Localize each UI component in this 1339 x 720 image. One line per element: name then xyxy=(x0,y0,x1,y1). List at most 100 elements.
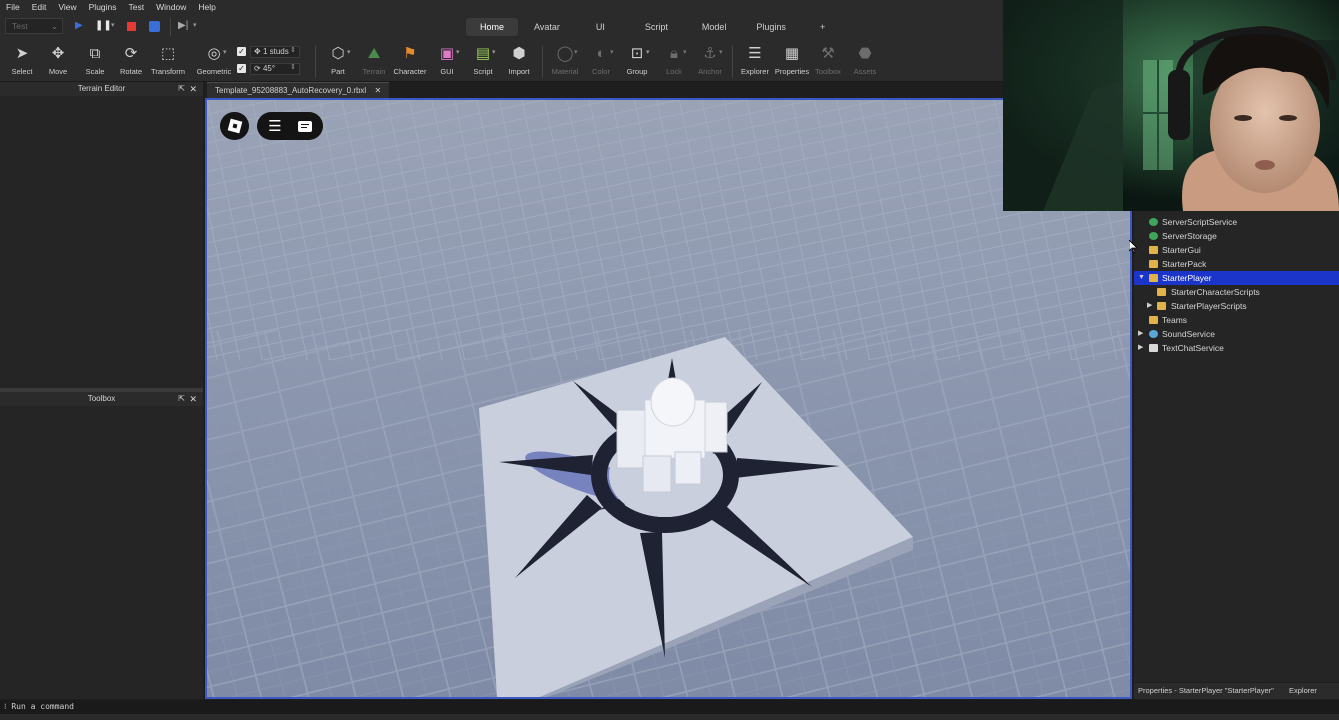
explorer-button[interactable]: ☰ Explorer xyxy=(735,44,775,76)
import-label: Import xyxy=(508,67,530,76)
assets-label: Assets xyxy=(853,67,877,76)
toolbar-divider xyxy=(170,18,171,36)
undock-icon[interactable]: ⇱ xyxy=(178,392,185,406)
step-icon[interactable]: ▶| xyxy=(178,19,188,32)
menu-window[interactable]: Window xyxy=(156,2,186,12)
tree-item-textchatservice[interactable]: ▶ TextChatService xyxy=(1134,341,1339,355)
chevron-down-icon[interactable]: ▾ xyxy=(646,48,650,56)
sound-icon xyxy=(1149,330,1158,338)
chevron-down-icon[interactable]: ▾ xyxy=(111,19,115,32)
collapse-arrow-icon[interactable]: ▶ xyxy=(1138,327,1143,341)
rotate-snap-row: ✓ ⟳ 45° ⇕ xyxy=(237,62,300,75)
document-tab[interactable]: Template_95208883_AutoRecovery_0.rbxl ✕ xyxy=(207,82,390,98)
tree-item-label: ServerScriptService xyxy=(1162,217,1238,227)
anchor-button[interactable]: ⚓︎ Anchor xyxy=(690,44,730,76)
play-mode-dropdown[interactable]: Test ⌄ xyxy=(5,18,63,34)
roblox-logo-icon xyxy=(227,118,242,134)
chevron-down-icon[interactable]: ▾ xyxy=(347,48,351,56)
tab-script[interactable]: Script xyxy=(627,18,686,36)
toolbox-button[interactable]: ⚒ Toolbox xyxy=(808,44,848,76)
chevron-down-icon[interactable]: ▾ xyxy=(456,48,460,56)
roblox-menu-button[interactable] xyxy=(220,112,249,140)
chevron-down-icon[interactable]: ▾ xyxy=(610,48,614,56)
tree-item-starterplayer[interactable]: ▼ StarterPlayer xyxy=(1134,271,1339,285)
explorer-footer-tab[interactable]: Explorer xyxy=(1289,683,1317,699)
webcam-feed-image xyxy=(1003,0,1339,211)
import-button[interactable]: ⬢ Import xyxy=(499,44,539,76)
chat-icon[interactable] xyxy=(297,120,312,132)
add-tab-button[interactable]: + xyxy=(802,18,843,36)
lock-button[interactable]: 🔒︎ Lock xyxy=(654,44,694,76)
tree-item-serverscriptservice[interactable]: ServerScriptService xyxy=(1134,215,1339,229)
toolbox-panel: Toolbox ⇱ ✕ xyxy=(0,392,203,699)
tree-item-starterplayerscripts[interactable]: ▶ StarterPlayerScripts xyxy=(1134,299,1339,313)
3d-viewport[interactable]: ☰ xyxy=(205,98,1132,699)
play-icon[interactable]: ▶ xyxy=(75,19,83,32)
folder-icon xyxy=(1149,260,1158,268)
assets-button[interactable]: ⬣ Assets xyxy=(845,44,885,76)
properties-button[interactable]: ▦ Properties xyxy=(772,44,812,76)
pause-icon[interactable]: ❚❚ xyxy=(95,19,112,32)
chevron-down-icon[interactable]: ▾ xyxy=(683,48,687,56)
tree-item-soundservice[interactable]: ▶ SoundService xyxy=(1134,327,1339,341)
scale-tool-button[interactable]: ⧉ Scale xyxy=(75,44,115,76)
close-icon[interactable]: ✕ xyxy=(189,82,197,96)
spin-icon[interactable]: ⇕ xyxy=(290,46,296,56)
script-button[interactable]: ▤ Script xyxy=(463,44,503,76)
tree-item-teams[interactable]: Teams xyxy=(1134,313,1339,327)
tree-item-serverstorage[interactable]: ServerStorage xyxy=(1134,229,1339,243)
group-button[interactable]: ⊡ Group xyxy=(617,44,657,76)
spin-icon[interactable]: ⇕ xyxy=(290,63,296,73)
menu-edit[interactable]: Edit xyxy=(32,2,47,12)
tree-item-startercharacterscripts[interactable]: StarterCharacterScripts xyxy=(1134,285,1339,299)
tab-home[interactable]: Home xyxy=(466,18,519,36)
close-icon[interactable]: ✕ xyxy=(189,392,197,406)
terrain-button[interactable]: ⛰ Terrain xyxy=(354,44,394,76)
scale-label: Scale xyxy=(85,67,105,76)
collapse-arrow-icon[interactable]: ▶ xyxy=(1138,341,1143,355)
character-button[interactable]: ⚑ Character xyxy=(390,44,430,76)
group-icon: ⊡ xyxy=(630,45,644,62)
menu-plugins[interactable]: Plugins xyxy=(89,2,117,12)
transform-tool-button[interactable]: ⬚ Transform xyxy=(148,44,188,76)
tab-avatar[interactable]: Avatar xyxy=(520,18,574,36)
tree-item-startergui[interactable]: StarterGui xyxy=(1134,243,1339,257)
part-button[interactable]: ⬡ Part xyxy=(318,44,358,76)
tab-plugins[interactable]: Plugins xyxy=(742,18,800,36)
properties-footer-tab[interactable]: Properties - StarterPlayer "StarterPlaye… xyxy=(1138,683,1274,699)
close-icon[interactable]: ✕ xyxy=(374,86,381,95)
tab-ui[interactable]: UI xyxy=(576,18,625,36)
chevron-down-icon[interactable]: ▾ xyxy=(719,48,723,56)
select-tool-button[interactable]: ➤ Select xyxy=(2,44,42,76)
gui-button[interactable]: ▣ GUI xyxy=(427,44,467,76)
move-snap-checkbox[interactable]: ✓ xyxy=(237,47,246,56)
move-snap-input[interactable]: ✥ 1 studs ⇕ xyxy=(250,45,300,58)
folder-icon xyxy=(1149,246,1158,254)
expand-arrow-icon[interactable]: ▼ xyxy=(1138,271,1145,285)
menu-help[interactable]: Help xyxy=(198,2,215,12)
chevron-down-icon[interactable]: ▾ xyxy=(574,48,578,56)
chevron-down-icon[interactable]: ▾ xyxy=(223,48,227,56)
menu-view[interactable]: View xyxy=(58,2,76,12)
tree-item-label: StarterCharacterScripts xyxy=(1171,287,1260,297)
rotate-tool-button[interactable]: ⟳ Rotate xyxy=(111,44,151,76)
chevron-down-icon[interactable]: ▾ xyxy=(492,48,496,56)
command-bar[interactable]: ⁝ Run a command xyxy=(0,700,1339,714)
tab-model[interactable]: Model xyxy=(688,18,741,36)
geometric-mode-button[interactable]: ◎ Geometric xyxy=(194,44,234,76)
rotate-snap-checkbox[interactable]: ✓ xyxy=(237,64,246,73)
menu-test[interactable]: Test xyxy=(129,2,145,12)
folder-icon xyxy=(1157,288,1166,296)
chevron-down-icon[interactable]: ▾ xyxy=(193,19,197,32)
stop-icon[interactable] xyxy=(127,22,136,31)
material-button[interactable]: ◯ Material xyxy=(545,44,585,76)
menu-file[interactable]: File xyxy=(6,2,20,12)
client-server-icon[interactable] xyxy=(149,21,160,32)
undock-icon[interactable]: ⇱ xyxy=(178,82,185,96)
move-tool-button[interactable]: ✥ Move xyxy=(38,44,78,76)
collapse-arrow-icon[interactable]: ▶ xyxy=(1147,299,1152,313)
color-button[interactable]: ◐ Color xyxy=(581,44,621,76)
hamburger-menu-icon[interactable]: ☰ xyxy=(268,117,281,135)
tree-item-starterpack[interactable]: StarterPack xyxy=(1134,257,1339,271)
rotate-snap-input[interactable]: ⟳ 45° ⇕ xyxy=(250,62,300,75)
